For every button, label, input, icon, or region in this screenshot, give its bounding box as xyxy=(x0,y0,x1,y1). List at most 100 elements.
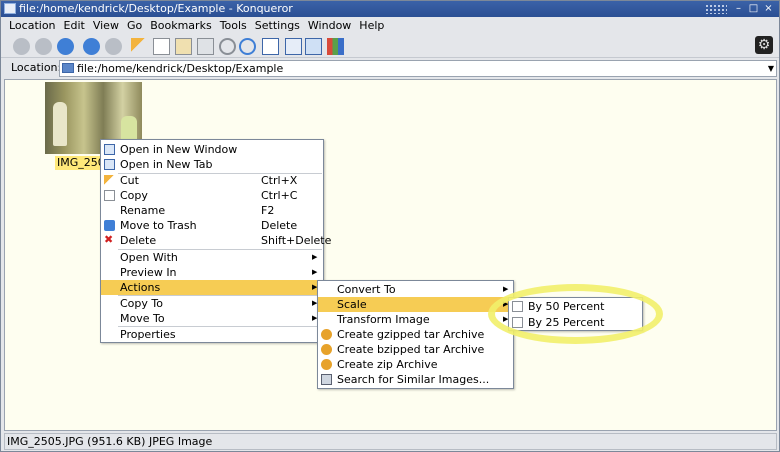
menu-create-bzip-archive[interactable]: Create bzipped tar Archive xyxy=(318,342,513,357)
maximize-button[interactable]: □ xyxy=(747,2,760,15)
main-toolbar xyxy=(1,35,779,57)
menu-go[interactable]: Go xyxy=(123,17,146,35)
context-menu: Open in New Window Open in New Tab Cut C… xyxy=(100,139,331,343)
menu-search-similar-images[interactable]: Search for Similar Images... xyxy=(318,372,513,387)
menu-cut[interactable]: Cut Ctrl+X xyxy=(101,173,323,188)
menu-item-label: Search for Similar Images... xyxy=(337,373,490,386)
menu-move-to[interactable]: Move To ▶ xyxy=(101,311,323,326)
icon-view-icon[interactable] xyxy=(262,38,279,55)
menu-item-label: Open in New Window xyxy=(120,143,238,156)
menu-open-new-window[interactable]: Open in New Window xyxy=(101,142,323,157)
location-label: Location: xyxy=(11,61,62,74)
menu-copy[interactable]: Copy Ctrl+C xyxy=(101,188,323,203)
reload-icon[interactable] xyxy=(83,38,100,55)
location-input[interactable]: file:/home/kendrick/Desktop/Example ▼ xyxy=(59,60,777,77)
annotation-highlight-ring xyxy=(488,284,663,344)
konqueror-window: file:/home/kendrick/Desktop/Example - Ko… xyxy=(0,0,780,452)
menu-tools[interactable]: Tools xyxy=(216,17,251,35)
menu-item-label: Copy xyxy=(120,189,148,202)
forward-icon[interactable] xyxy=(35,38,52,55)
zoom-in-icon[interactable] xyxy=(239,38,256,55)
menu-item-label: Create bzipped tar Archive xyxy=(337,343,485,356)
location-value: file:/home/kendrick/Desktop/Example xyxy=(77,62,284,75)
menu-delete[interactable]: ✖ Delete Shift+Delete xyxy=(101,233,331,248)
status-text: IMG_2505.JPG (951.6 KB) JPEG Image xyxy=(7,435,213,448)
menu-create-gzip-archive[interactable]: Create gzipped tar Archive xyxy=(318,327,513,342)
menu-properties[interactable]: Properties xyxy=(101,327,323,342)
menu-open-with[interactable]: Open With ▶ xyxy=(101,250,323,265)
menu-item-label: Rename xyxy=(120,204,166,217)
minimize-button[interactable]: – xyxy=(732,2,745,15)
gear-icon[interactable]: ⚙ xyxy=(755,36,773,54)
find-icon[interactable] xyxy=(305,38,322,55)
menu-help[interactable]: Help xyxy=(355,17,388,35)
window-title: file:/home/kendrick/Desktop/Example - Ko… xyxy=(19,2,293,15)
menu-item-label: Move to Trash xyxy=(120,219,197,232)
menu-item-label: Convert To xyxy=(337,283,396,296)
menu-shortcut: Delete xyxy=(261,219,298,232)
menu-shortcut: Ctrl+X xyxy=(261,174,298,187)
menu-item-label: Copy To xyxy=(120,297,163,310)
new-tab-icon xyxy=(104,159,115,170)
delete-icon: ✖ xyxy=(104,233,114,246)
paste-icon[interactable] xyxy=(175,38,192,55)
print-icon[interactable] xyxy=(197,38,214,55)
title-bar[interactable]: file:/home/kendrick/Desktop/Example - Ko… xyxy=(1,1,779,17)
copy-icon xyxy=(104,190,115,201)
copy-icon[interactable] xyxy=(153,38,170,55)
menu-item-label: Move To xyxy=(120,312,165,325)
menu-shortcut: Shift+Delete xyxy=(261,234,332,247)
menu-copy-to[interactable]: Copy To ▶ xyxy=(101,296,323,311)
menu-location[interactable]: Location xyxy=(5,17,60,35)
menu-settings[interactable]: Settings xyxy=(251,17,304,35)
trash-icon xyxy=(104,220,115,231)
menu-edit[interactable]: Edit xyxy=(60,17,89,35)
zoom-out-icon[interactable] xyxy=(219,38,236,55)
status-bar: IMG_2505.JPG (951.6 KB) JPEG Image xyxy=(4,433,777,450)
thumbnail-figure xyxy=(53,102,67,146)
menu-item-label: Properties xyxy=(120,328,176,341)
archive-icon xyxy=(321,359,332,370)
menu-item-label: Delete xyxy=(120,234,157,247)
title-grip xyxy=(705,4,727,14)
folder-icon xyxy=(62,63,74,73)
image-search-icon xyxy=(321,374,332,385)
menu-item-label: Actions xyxy=(120,281,161,294)
menu-move-to-trash[interactable]: Move to Trash Delete xyxy=(101,218,323,233)
detail-view-icon[interactable] xyxy=(285,38,302,55)
menu-window[interactable]: Window xyxy=(304,17,355,35)
menu-item-label: Preview In xyxy=(120,266,177,279)
menu-item-label: Cut xyxy=(120,174,139,187)
menu-convert-to[interactable]: Convert To ▶ xyxy=(318,282,513,297)
actions-submenu: Convert To ▶ Scale ▶ Transform Image ▶ C… xyxy=(317,280,514,389)
menu-item-label: Create gzipped tar Archive xyxy=(337,328,485,341)
home-icon[interactable] xyxy=(57,38,74,55)
menu-view[interactable]: View xyxy=(89,17,123,35)
menu-open-new-tab[interactable]: Open in New Tab xyxy=(101,157,323,172)
menu-item-label: Scale xyxy=(337,298,367,311)
menu-preview-in[interactable]: Preview In ▶ xyxy=(101,265,323,280)
close-button[interactable]: × xyxy=(762,2,775,15)
menu-item-label: Open With xyxy=(120,251,178,264)
menu-rename[interactable]: Rename F2 xyxy=(101,203,323,218)
menu-transform-image[interactable]: Transform Image ▶ xyxy=(318,312,513,327)
archive-icon xyxy=(321,344,332,355)
menu-create-zip-archive[interactable]: Create zip Archive xyxy=(318,357,513,372)
menu-bar: Location Edit View Go Bookmarks Tools Se… xyxy=(1,17,779,35)
location-bar: Location: file:/home/kendrick/Desktop/Ex… xyxy=(1,57,779,78)
menu-shortcut: F2 xyxy=(261,204,275,217)
menu-scale[interactable]: Scale ▶ xyxy=(318,297,513,312)
menu-item-label: Open in New Tab xyxy=(120,158,213,171)
back-icon[interactable] xyxy=(13,38,30,55)
menu-actions[interactable]: Actions ▶ xyxy=(101,280,323,295)
image-gallery-icon[interactable] xyxy=(327,38,344,55)
stop-icon[interactable] xyxy=(105,38,122,55)
menu-bookmarks[interactable]: Bookmarks xyxy=(146,17,215,35)
chevron-down-icon[interactable]: ▼ xyxy=(768,61,774,76)
new-window-icon xyxy=(104,144,115,155)
menu-item-label: Create zip Archive xyxy=(337,358,438,371)
menu-shortcut: Ctrl+C xyxy=(261,189,298,202)
cut-icon[interactable] xyxy=(131,38,148,55)
archive-icon xyxy=(321,329,332,340)
file-manager-icon xyxy=(4,3,16,14)
